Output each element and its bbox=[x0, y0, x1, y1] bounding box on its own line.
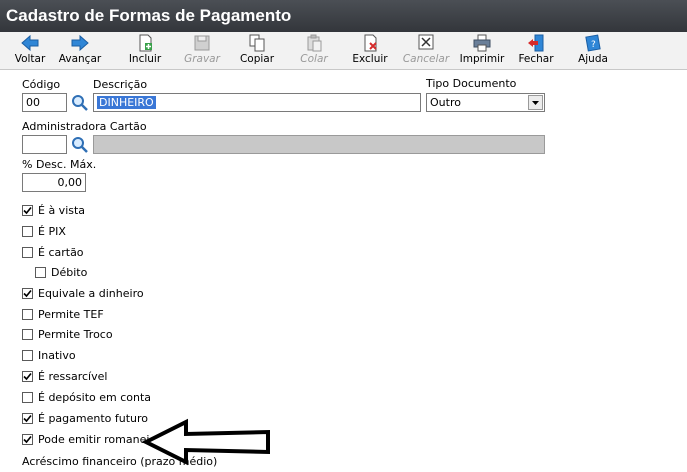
tipo-documento-value: Outro bbox=[430, 96, 461, 109]
form-area: Código 00 Descrição DINHEIRO Tipo Docume… bbox=[0, 70, 687, 472]
window-title: Cadastro de Formas de Pagamento bbox=[0, 0, 687, 32]
checkbox-label: Permite TEF bbox=[38, 307, 104, 321]
avancar-button[interactable]: Avançar bbox=[54, 34, 106, 68]
gravar-label: Gravar bbox=[184, 53, 220, 65]
checkbox-pode-emitir-romaneio[interactable]: Pode emitir romaneio bbox=[22, 431, 156, 447]
save-icon bbox=[194, 35, 210, 51]
check-icon bbox=[23, 206, 32, 214]
exit-door-icon bbox=[528, 34, 544, 52]
checkbox-box[interactable] bbox=[22, 308, 33, 320]
voltar-button[interactable]: Voltar bbox=[10, 34, 50, 68]
checkbox-box[interactable] bbox=[22, 204, 33, 216]
codigo-label: Código bbox=[22, 78, 61, 91]
cancel-icon bbox=[418, 34, 434, 50]
checkbox-e-pix[interactable]: É PIX bbox=[22, 223, 66, 239]
arrow-right-icon bbox=[71, 34, 89, 52]
checkbox-box[interactable] bbox=[22, 225, 33, 237]
codigo-input[interactable]: 00 bbox=[22, 93, 67, 112]
checkbox-label: Pode emitir romaneio bbox=[38, 432, 157, 446]
paste-icon bbox=[307, 34, 322, 52]
imprimir-label: Imprimir bbox=[459, 53, 505, 65]
checkbox-e-deposito-em-conta[interactable]: É depósito em conta bbox=[22, 389, 151, 405]
checkbox-box[interactable] bbox=[22, 287, 33, 299]
checkbox-label: É pagamento futuro bbox=[38, 411, 149, 425]
administradora-label: Administradora Cartão bbox=[22, 120, 147, 133]
cancelar-button[interactable]: Cancelar bbox=[402, 34, 450, 68]
checkbox-equivale-a-dinheiro[interactable]: Equivale a dinheiro bbox=[22, 285, 144, 301]
copiar-label: Copiar bbox=[239, 53, 275, 65]
new-document-icon bbox=[139, 34, 152, 52]
excluir-button[interactable]: Excluir bbox=[350, 34, 390, 68]
help-book-icon: ? bbox=[585, 34, 601, 52]
svg-text:?: ? bbox=[591, 40, 596, 50]
search-icon[interactable] bbox=[71, 136, 89, 154]
chevron-down-icon[interactable] bbox=[528, 95, 543, 110]
checkbox-e-pagamento-futuro[interactable]: É pagamento futuro bbox=[22, 410, 148, 426]
checkbox-box[interactable] bbox=[22, 328, 33, 340]
checkbox-label: É depósito em conta bbox=[38, 390, 152, 404]
copiar-button[interactable]: Copiar bbox=[236, 34, 278, 68]
check-icon bbox=[23, 414, 32, 422]
colar-label: Colar bbox=[300, 53, 328, 65]
checkbox-label: É cartão bbox=[38, 245, 84, 259]
checkbox-e-cartao[interactable]: É cartão bbox=[22, 244, 84, 260]
desc-max-label: % Desc. Máx. bbox=[22, 158, 97, 171]
checkbox-inativo[interactable]: Inativo bbox=[22, 347, 76, 363]
checkbox-label: Débito bbox=[51, 265, 88, 279]
checkbox-box[interactable] bbox=[35, 266, 46, 278]
colar-button[interactable]: Colar bbox=[294, 34, 334, 68]
tipo-documento-label: Tipo Documento bbox=[426, 77, 517, 90]
excluir-label: Excluir bbox=[352, 53, 388, 65]
administradora-name-field bbox=[93, 135, 545, 154]
check-icon bbox=[23, 435, 32, 443]
incluir-button[interactable]: Incluir bbox=[124, 34, 166, 68]
administradora-code-input[interactable] bbox=[22, 135, 67, 154]
check-icon bbox=[23, 372, 32, 380]
checkbox-box[interactable] bbox=[22, 246, 33, 258]
desc-max-input[interactable]: 0,00 bbox=[22, 173, 86, 192]
checkbox-box[interactable] bbox=[22, 412, 33, 424]
search-icon[interactable] bbox=[71, 94, 89, 112]
checkbox-label: Equivale a dinheiro bbox=[38, 286, 144, 300]
check-icon bbox=[23, 289, 32, 297]
checkbox-label: Permite Troco bbox=[38, 327, 113, 341]
checkbox-label: É à vista bbox=[38, 203, 86, 217]
checkbox-box[interactable] bbox=[22, 391, 33, 403]
tipo-documento-select[interactable]: Outro bbox=[426, 93, 545, 112]
checkbox-e-a-vista[interactable]: É à vista bbox=[22, 202, 85, 218]
checkbox-e-ressarcivel[interactable]: É ressarcível bbox=[22, 368, 107, 384]
avancar-label: Avançar bbox=[58, 53, 102, 65]
acrescimo-label: Acréscimo financeiro (prazo médio) bbox=[22, 455, 218, 468]
fechar-button[interactable]: Fechar bbox=[516, 34, 556, 68]
checkbox-permite-troco[interactable]: Permite Troco bbox=[22, 326, 113, 342]
delete-document-icon bbox=[364, 34, 377, 52]
checkbox-label: Inativo bbox=[38, 348, 76, 362]
checkbox-permite-tef[interactable]: Permite TEF bbox=[22, 306, 104, 322]
checkbox-label: É ressarcível bbox=[38, 369, 108, 383]
checkbox-box[interactable] bbox=[22, 349, 33, 361]
descricao-label: Descrição bbox=[93, 78, 148, 91]
copy-icon bbox=[249, 34, 265, 52]
incluir-label: Incluir bbox=[128, 53, 162, 65]
checkbox-box[interactable] bbox=[22, 433, 33, 445]
imprimir-button[interactable]: Imprimir bbox=[458, 34, 506, 68]
descricao-input[interactable]: DINHEIRO bbox=[93, 93, 421, 112]
arrow-left-icon bbox=[21, 34, 39, 52]
checkbox-label: É PIX bbox=[38, 224, 66, 238]
fechar-label: Fechar bbox=[518, 53, 554, 65]
checkbox-box[interactable] bbox=[22, 370, 33, 382]
toolbar: Voltar Avançar Incluir Gravar Copiar Col… bbox=[0, 32, 687, 70]
ajuda-button[interactable]: ? Ajuda bbox=[574, 34, 612, 68]
cancelar-label: Cancelar bbox=[402, 53, 450, 65]
voltar-label: Voltar bbox=[14, 53, 46, 65]
ajuda-label: Ajuda bbox=[578, 53, 608, 65]
checkbox-debito[interactable]: Débito bbox=[35, 264, 87, 280]
descricao-value: DINHEIRO bbox=[97, 96, 156, 109]
printer-icon bbox=[473, 34, 491, 52]
gravar-button[interactable]: Gravar bbox=[180, 34, 224, 68]
